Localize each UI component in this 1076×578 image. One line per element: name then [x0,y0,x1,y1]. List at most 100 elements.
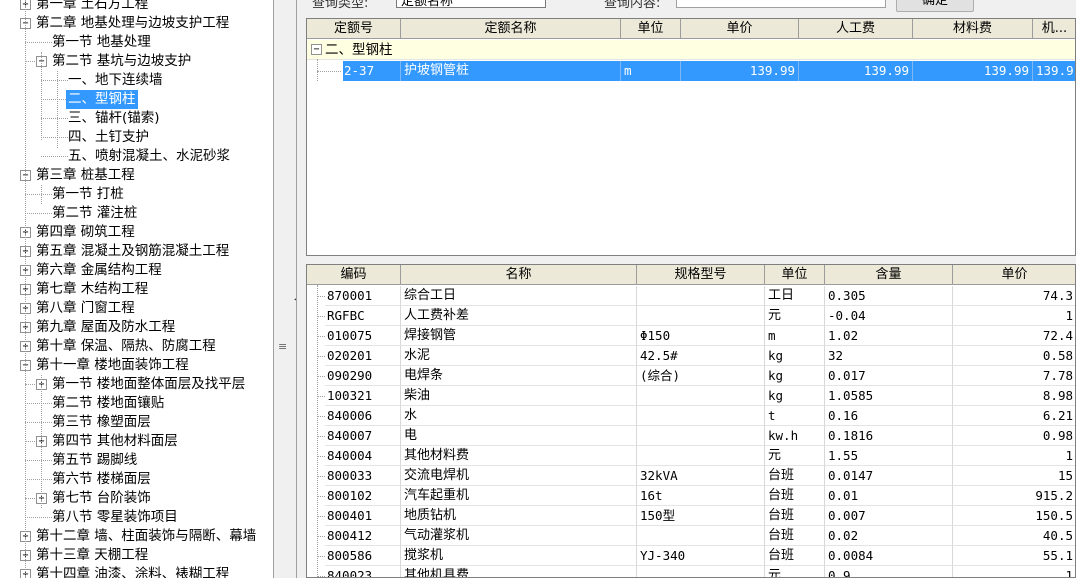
resource-cell-spec[interactable] [637,406,765,426]
tree-item[interactable]: + 第六章 金属结构工程 [0,261,273,280]
col-unit-header[interactable]: 单位 [621,19,681,39]
col-labor-header[interactable]: 人工费 [799,19,913,39]
resource-cell-qty[interactable]: 0.017 [825,366,953,386]
resource-cell-qty[interactable]: 0.1816 [825,426,953,446]
resource-cell-code[interactable]: 870001 [325,286,401,306]
resource-cell-code[interactable]: 840006 [325,406,401,426]
tree-item[interactable]: 第二节 灌注桩 [0,204,273,223]
resource-cell-spec[interactable] [637,446,765,466]
tree-item[interactable]: + 第十四章 油漆、涂料、裱糊工程 [0,565,273,578]
resource-cell-qty[interactable]: 0.9 [825,566,953,577]
tree-item[interactable]: 第一节 地基处理 [0,33,273,52]
collapse-icon[interactable]: − [311,44,322,55]
resource-cell-qty[interactable]: 0.16 [825,406,953,426]
resource-cell-qty[interactable]: -0.04 [825,306,953,326]
resource-cell-unit[interactable]: 台班 [765,486,825,506]
resource-cell-qty[interactable]: 0.305 [825,286,953,306]
quota-cell-machine[interactable]: 139.9 [1033,61,1075,81]
resource-cell-spec[interactable]: 42.5# [637,346,765,366]
resource-cell-code[interactable]: 800586 [325,546,401,566]
tree-item[interactable]: + 第七章 木结构工程 [0,280,273,299]
resource-cell-name[interactable]: 汽车起重机 [401,486,637,506]
resource-cell-spec[interactable] [637,306,765,326]
resource-cell-code[interactable]: 800412 [325,526,401,546]
resource-cell-code[interactable]: 840023 [325,566,401,577]
resource-cell-price[interactable]: 0.98 [953,426,1075,446]
resource-cell-code[interactable]: 010075 [325,326,401,346]
tree-item[interactable]: + 第十章 保温、隔热、防腐工程 [0,337,273,356]
resource-cell-name[interactable]: 水泥 [401,346,637,366]
resource-cell-spec[interactable]: YJ-340 [637,546,765,566]
tree-item-label[interactable]: 第二章 地基处理与边坡支护工程 [34,14,231,33]
resource-cell-code[interactable]: 800401 [325,506,401,526]
tree-item-label[interactable]: 第八节 零星装饰项目 [50,508,180,527]
group-row[interactable]: − 二、型钢柱 [307,40,1075,60]
query-type-select[interactable]: 定额名称 [396,0,546,9]
tree-item-label[interactable]: 第七章 木结构工程 [34,280,150,299]
resource-cell-spec[interactable] [637,286,765,306]
resource-cell-name[interactable]: 其他材料费 [401,446,637,466]
col-unit-header[interactable]: 单位 [765,265,825,285]
quota-cell-material[interactable]: 139.99 [913,61,1033,81]
query-content-input[interactable] [676,0,886,8]
resource-cell-code[interactable]: 800102 [325,486,401,506]
resource-cell-price[interactable]: 0.58 [953,346,1075,366]
tree-item-label[interactable]: 第十一章 楼地面装饰工程 [34,356,191,375]
tree-item-label[interactable]: 第一节 地基处理 [50,33,153,52]
quota-cell-price[interactable]: 139.99 [681,61,799,81]
resource-cell-name[interactable]: 水 [401,406,637,426]
chapter-tree[interactable]: + 第一章 土石方工程 − 第二章 地基处理与边坡支护工程 第一节 地基处理 − 第二节 基… [0,0,274,578]
tree-item[interactable]: + 第一章 土石方工程 [0,0,273,14]
resource-cell-qty[interactable]: 0.007 [825,506,953,526]
tree-item-label[interactable]: 第六章 金属结构工程 [34,261,164,280]
quota-cell-name[interactable]: 护坡钢管桩 [401,61,621,81]
tree-item-label[interactable]: 第四章 砌筑工程 [34,223,137,242]
col-machine-header[interactable]: 机... [1033,19,1075,39]
tree-item-label[interactable]: 五、喷射混凝土、水泥砂浆 [66,147,232,166]
tree-item-label[interactable]: 第十三章 天棚工程 [34,546,150,565]
tree-item-label[interactable]: 第五节 踢脚线 [50,451,139,470]
resource-cell-name[interactable]: 搅浆机 [401,546,637,566]
resource-cell-code[interactable]: 840007 [325,426,401,446]
resource-cell-spec[interactable] [637,566,765,577]
resource-cell-name[interactable]: 地质钻机 [401,506,637,526]
resource-cell-spec[interactable] [637,426,765,446]
resource-cell-price[interactable]: 74.3 [953,286,1075,306]
col-quota-name-header[interactable]: 定额名称 [401,19,621,39]
resource-cell-unit[interactable]: 台班 [765,526,825,546]
resource-cell-price[interactable]: 15 [953,466,1075,486]
tree-item-label[interactable]: 第七节 台阶装饰 [50,489,153,508]
resource-cell-unit[interactable]: kg [765,386,825,406]
resource-cell-qty[interactable]: 0.0084 [825,546,953,566]
resource-cell-price[interactable]: 55.1 [953,546,1075,566]
col-price-header[interactable]: 单价 [681,19,799,39]
tree-item[interactable]: − 第二章 地基处理与边坡支护工程 [0,14,273,33]
col-qty-header[interactable]: 含量 [825,265,953,285]
tree-item[interactable]: + 第四章 砌筑工程 [0,223,273,242]
resource-cell-price[interactable]: 72.4 [953,326,1075,346]
tree-item[interactable]: + 第八章 门窗工程 [0,299,273,318]
tree-item[interactable]: − 第十一章 楼地面装饰工程 [0,356,273,375]
resource-cell-qty[interactable]: 0.01 [825,486,953,506]
resource-cell-spec[interactable] [637,386,765,406]
resource-cell-price[interactable]: 150.5 [953,506,1075,526]
tree-item-label[interactable]: 第二节 灌注桩 [50,204,139,223]
resource-cell-code[interactable]: 090290 [325,366,401,386]
quota-cell-unit[interactable]: m [621,61,681,81]
col-name-header[interactable]: 名称 [401,265,637,285]
resource-cell-spec[interactable]: 16t [637,486,765,506]
resource-cell-price[interactable]: 1 [953,306,1075,326]
tree-item[interactable]: 五、喷射混凝土、水泥砂浆 [0,147,273,166]
resource-cell-price[interactable]: 6.21 [953,406,1075,426]
resource-cell-code[interactable]: 800033 [325,466,401,486]
resource-cell-qty[interactable]: 1.0585 [825,386,953,406]
tree-item[interactable]: 第八节 零星装饰项目 [0,508,273,527]
col-code-header[interactable]: 编码 [307,265,401,285]
tree-item-label[interactable]: 第十二章 墙、柱面装饰与隔断、幕墙 [34,527,258,546]
tree-item-label[interactable]: 第九章 屋面及防水工程 [34,318,177,337]
resource-cell-qty[interactable]: 1.02 [825,326,953,346]
resource-cell-qty[interactable]: 0.02 [825,526,953,546]
resource-cell-unit[interactable]: kw.h [765,426,825,446]
tree-item-label[interactable]: 第五章 混凝土及钢筋混凝土工程 [34,242,231,261]
resource-cell-price[interactable]: 8.98 [953,386,1075,406]
